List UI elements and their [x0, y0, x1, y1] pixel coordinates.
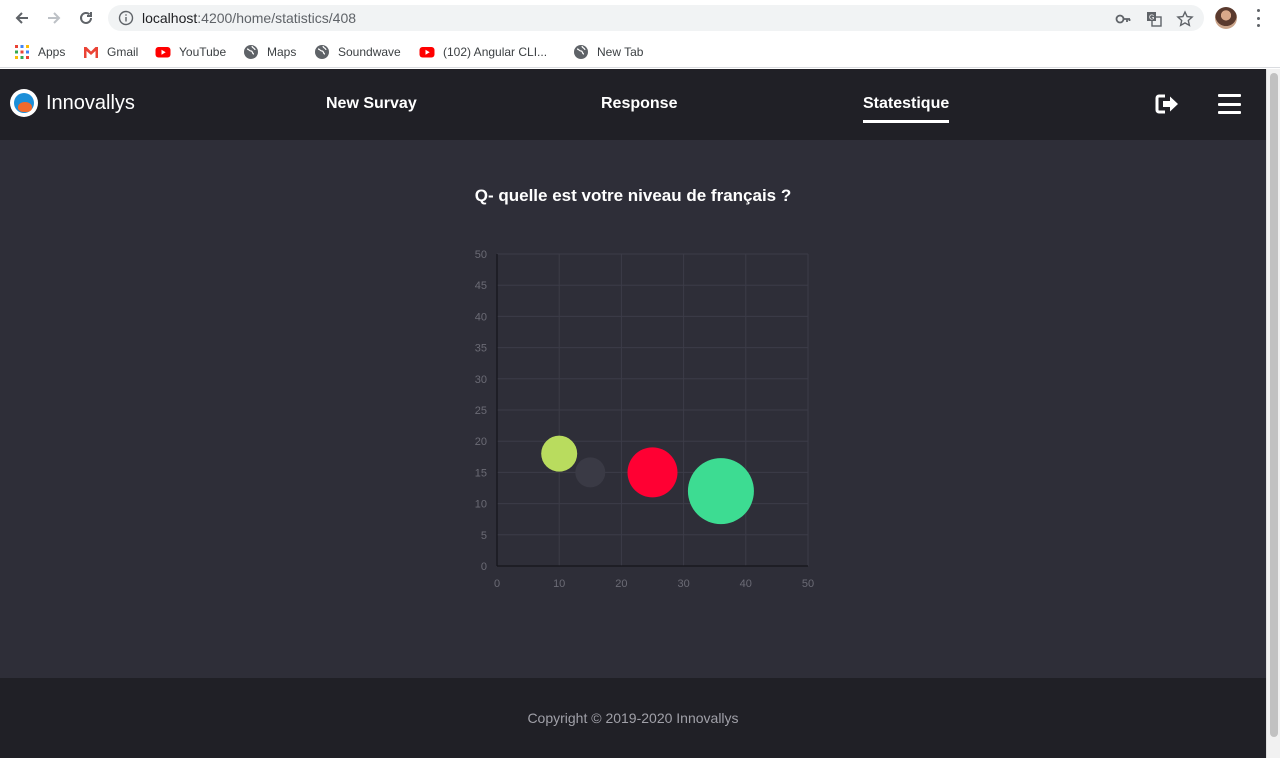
info-icon[interactable]	[118, 10, 134, 26]
bookmark-maps[interactable]: Maps	[243, 43, 296, 61]
bookmark-label: YouTube	[179, 45, 227, 59]
y-tick-label: 45	[475, 280, 487, 292]
nav-label: Response	[601, 95, 678, 112]
key-icon[interactable]	[1114, 10, 1132, 28]
question-title: Q- quelle est votre niveau de français ?	[474, 186, 792, 205]
logout-icon[interactable]	[1154, 93, 1180, 115]
bookmark-label: New Tab	[597, 45, 644, 59]
bookmark-label: Maps	[267, 45, 297, 59]
x-tick-label: 30	[677, 578, 689, 590]
bookmark-label: (102) Angular CLI...	[443, 45, 548, 59]
app-header: Innovallys New Survay Response Statestiq…	[0, 69, 1266, 140]
y-tick-label: 35	[475, 343, 487, 355]
globe-icon	[574, 45, 588, 59]
forward-button[interactable]	[42, 6, 66, 30]
nav-label: Statestique	[863, 95, 950, 112]
brand-logo-icon	[10, 89, 38, 117]
bookmarks-bar: Apps Gmail YouTube Maps Soundwave (102) …	[0, 36, 1280, 68]
y-tick-label: 0	[481, 561, 487, 573]
address-bar[interactable]: localhost:4200/home/statistics/408 G	[108, 5, 1204, 31]
youtube-icon	[155, 47, 171, 58]
y-tick-label: 30	[475, 374, 487, 386]
nav-new-survey[interactable]: New Survay	[326, 95, 417, 113]
youtube-icon	[419, 47, 435, 58]
globe-icon	[244, 45, 258, 59]
x-tick-label: 20	[615, 578, 627, 590]
footer: Copyright © 2019-2020 Innovallys	[0, 678, 1266, 758]
nav-response[interactable]: Response	[601, 95, 677, 113]
bookmark-label: Gmail	[107, 45, 139, 59]
bookmark-apps[interactable]: Apps	[14, 43, 65, 61]
x-tick-label: 10	[553, 578, 565, 590]
back-button[interactable]	[10, 6, 34, 30]
bookmark-gmail[interactable]: Gmail	[83, 43, 138, 61]
translate-icon[interactable]: G	[1145, 10, 1163, 28]
active-tab-indicator	[863, 120, 950, 123]
nav-label: New Survay	[326, 95, 417, 112]
bookmark-new-tab[interactable]: New Tab	[573, 43, 643, 61]
browser-toolbar: localhost:4200/home/statistics/408 G	[0, 0, 1280, 36]
x-tick-label: 0	[494, 578, 500, 590]
bookmark-youtube[interactable]: YouTube	[155, 43, 226, 61]
reload-icon	[80, 11, 92, 24]
y-tick-label: 40	[475, 311, 487, 323]
url-text: localhost:4200/home/statistics/408	[142, 10, 356, 26]
app-page: Innovallys New Survay Response Statestiq…	[0, 69, 1266, 758]
arrow-left-icon	[15, 12, 28, 24]
bubble-point	[541, 435, 578, 472]
apps-grid-icon	[15, 45, 29, 59]
bookmark-label: Apps	[38, 45, 66, 59]
chart-svg: 0 5 10 15 20 25 30 35 40 45 50 0 10 20 30 40 50	[475, 249, 814, 590]
profile-avatar[interactable]	[1215, 7, 1237, 29]
url-path: :4200/home/statistics/408	[197, 10, 357, 26]
bookmark-soundwave[interactable]: Soundwave	[314, 43, 401, 61]
gmail-icon	[84, 47, 98, 58]
y-tick-label: 5	[481, 530, 487, 542]
arrow-right-icon	[48, 12, 61, 24]
globe-icon	[315, 45, 329, 59]
brand[interactable]: Innovallys	[10, 89, 135, 117]
bubble-point	[575, 457, 606, 488]
bubble-point	[627, 447, 678, 498]
url-host: localhost	[142, 10, 198, 26]
y-tick-label: 50	[475, 249, 487, 261]
y-tick-label: 25	[475, 405, 487, 417]
bookmark-label: Soundwave	[338, 45, 401, 59]
x-tick-label: 40	[740, 578, 752, 590]
reload-button[interactable]	[74, 6, 98, 30]
x-tick-label: 50	[802, 578, 814, 590]
y-tick-label: 10	[475, 499, 487, 511]
svg-text:G: G	[1149, 15, 1154, 22]
scrollbar-thumb[interactable]	[1270, 73, 1278, 737]
copyright-text: Copyright © 2019-2020 Innovallys	[527, 710, 739, 726]
page-scrollbar[interactable]	[1266, 69, 1280, 758]
bubble-chart: 0 5 10 15 20 25 30 35 40 45 50 0 10 20 30 40 50	[450, 237, 830, 597]
hamburger-menu-icon[interactable]	[1218, 94, 1241, 114]
y-tick-label: 20	[475, 436, 487, 448]
browser-menu-icon[interactable]	[1250, 9, 1266, 27]
bubble-point	[687, 458, 754, 525]
brand-name: Innovallys	[46, 91, 135, 114]
star-icon[interactable]	[1176, 10, 1194, 28]
bookmark-angular-cli[interactable]: (102) Angular CLI...	[419, 43, 547, 61]
nav-statistics[interactable]: Statestique	[863, 95, 950, 123]
y-tick-label: 15	[475, 467, 487, 479]
